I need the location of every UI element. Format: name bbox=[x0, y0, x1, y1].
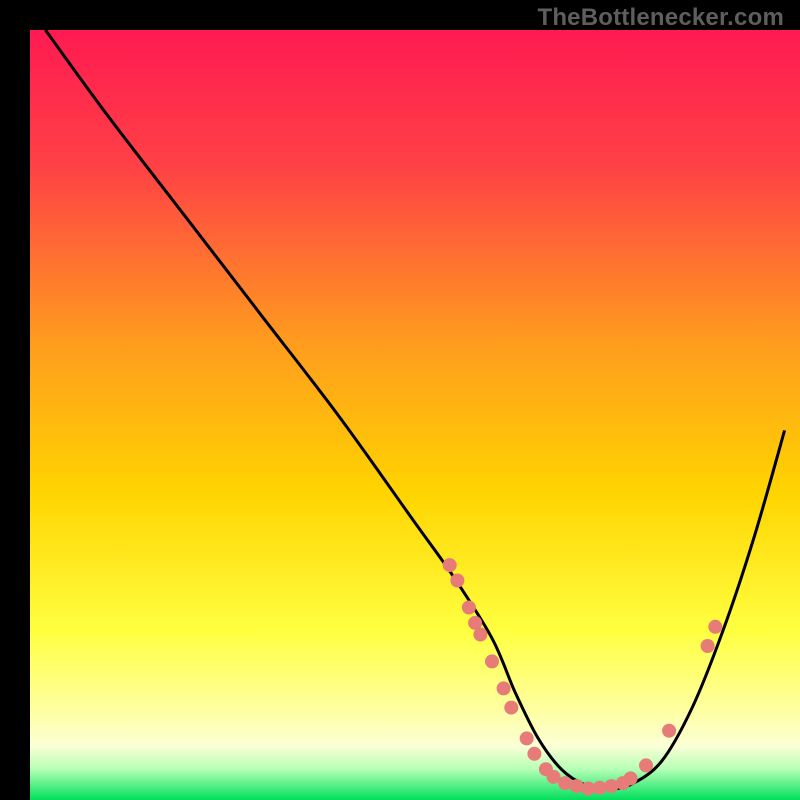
data-point bbox=[701, 639, 715, 653]
chart-frame bbox=[15, 15, 785, 785]
data-point bbox=[662, 724, 676, 738]
data-point bbox=[473, 628, 487, 642]
data-point bbox=[708, 620, 722, 634]
data-point bbox=[485, 654, 499, 668]
data-point bbox=[570, 779, 584, 793]
data-point bbox=[639, 758, 653, 772]
bottleneck-chart bbox=[30, 30, 800, 800]
data-point bbox=[504, 701, 518, 715]
gradient-background bbox=[30, 30, 800, 800]
data-point bbox=[520, 731, 534, 745]
data-point bbox=[624, 771, 638, 785]
data-point bbox=[462, 601, 476, 615]
data-point bbox=[443, 558, 457, 572]
data-point bbox=[497, 681, 511, 695]
data-point bbox=[527, 747, 541, 761]
watermark-text: TheBottlenecker.com bbox=[537, 4, 784, 32]
data-point bbox=[450, 574, 464, 588]
